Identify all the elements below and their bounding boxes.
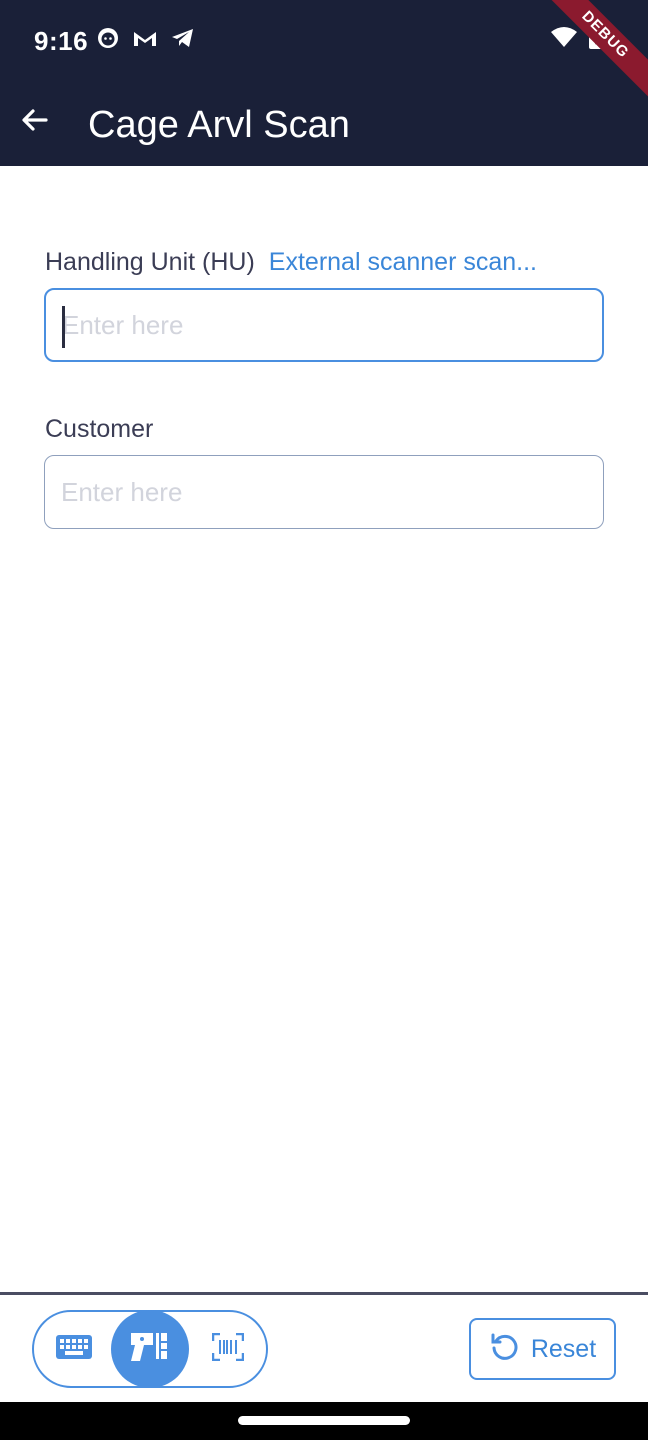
reset-label: Reset	[530, 1334, 597, 1363]
bottom-divider	[0, 1292, 648, 1295]
face-notification-icon	[96, 26, 120, 55]
page-title: Cage Arvl Scan	[88, 104, 350, 146]
handheld-scanner-icon	[129, 1329, 171, 1370]
hu-field-label: Handling Unit (HU)	[45, 248, 255, 276]
input-mode-selector	[32, 1310, 268, 1388]
status-time: 9:16	[34, 26, 89, 56]
handheld-scanner-mode-button[interactable]	[111, 1310, 189, 1388]
reset-icon	[489, 1331, 521, 1368]
customer-input[interactable]	[45, 456, 603, 528]
barcode-scan-icon	[211, 1332, 245, 1366]
wifi-icon	[550, 26, 578, 53]
status-notification-icons	[96, 26, 196, 55]
customer-label-row: Customer	[45, 415, 153, 444]
hu-input-container	[44, 288, 604, 362]
text-caret	[62, 306, 65, 348]
customer-input-container	[44, 455, 604, 529]
back-button[interactable]	[12, 100, 56, 144]
hu-input[interactable]	[46, 290, 602, 360]
telegram-icon	[170, 26, 196, 55]
app-header: 9:16 DEBUG Cage Arvl Scan	[0, 0, 648, 166]
reset-button[interactable]: Reset	[469, 1318, 616, 1380]
screen: 9:16 DEBUG Cage Arvl Scan Handling Unit …	[0, 0, 648, 1440]
gmail-icon	[132, 27, 158, 54]
keyboard-mode-button[interactable]	[54, 1329, 94, 1369]
keyboard-icon	[56, 1334, 92, 1364]
barcode-scan-mode-button[interactable]	[208, 1329, 248, 1369]
home-indicator[interactable]	[238, 1416, 410, 1425]
hu-label-row: Handling Unit (HU) External scanner scan…	[45, 248, 537, 277]
customer-field-label: Customer	[45, 415, 154, 443]
external-scanner-link[interactable]: External scanner scan...	[269, 248, 537, 277]
arrow-back-icon	[19, 105, 49, 140]
